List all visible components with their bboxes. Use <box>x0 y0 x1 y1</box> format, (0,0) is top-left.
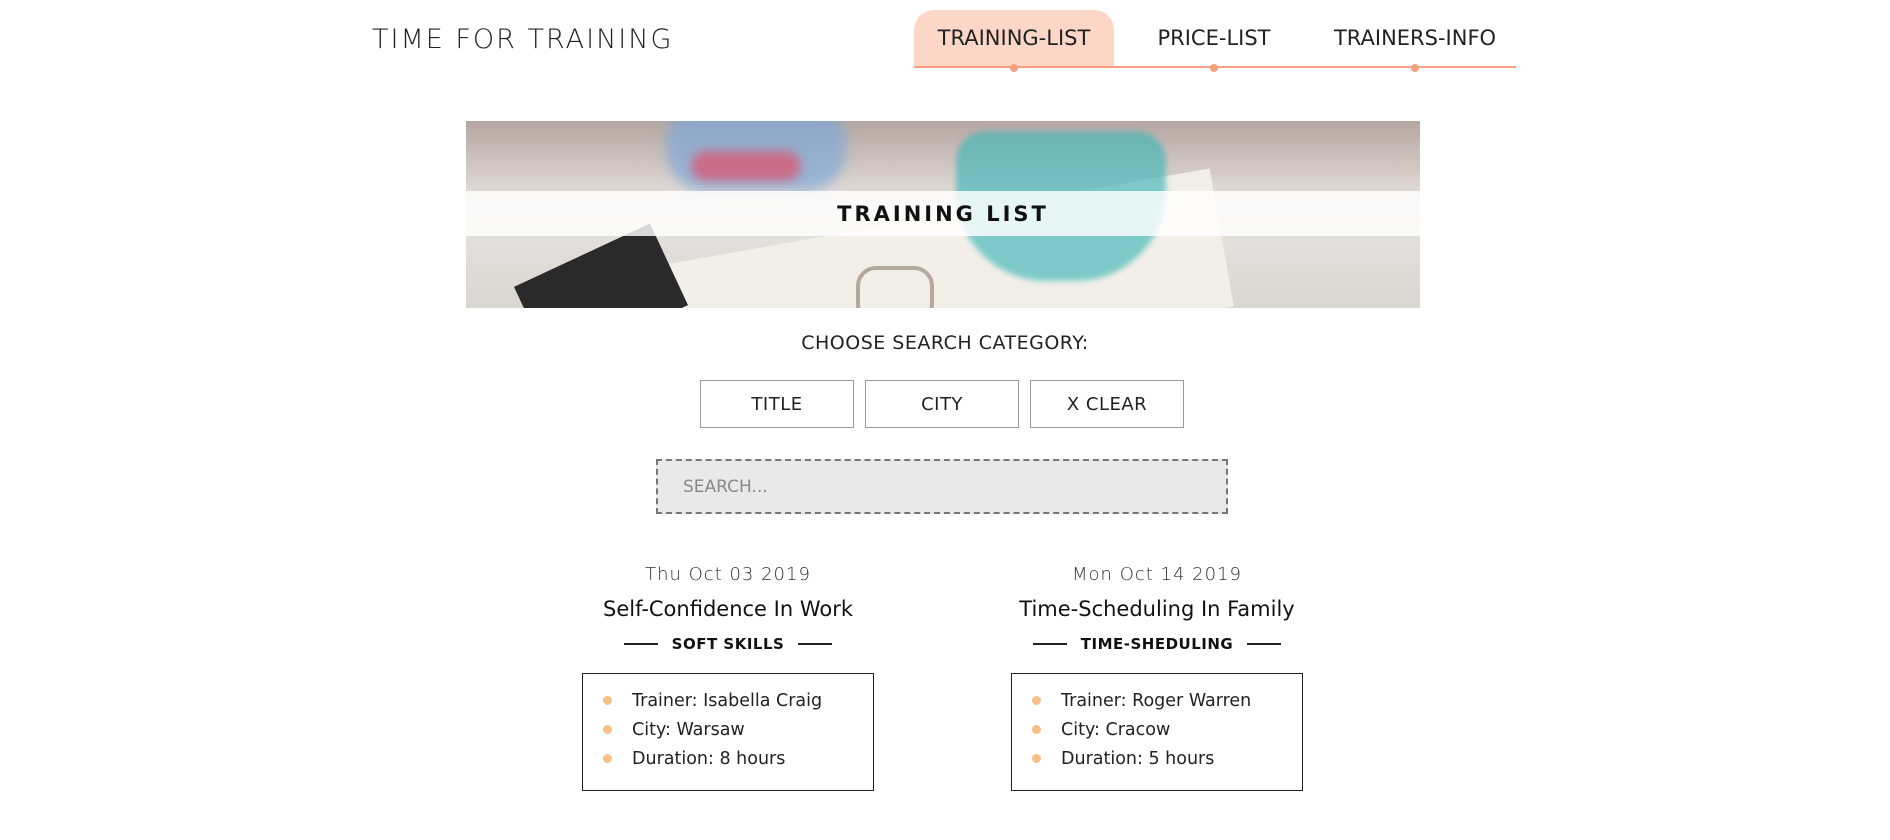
main-nav: TRAINING-LIST PRICE-LIST TRAINERS-INFO <box>914 10 1516 72</box>
divider-line <box>1032 643 1067 645</box>
training-card: Thu Oct 03 2019 Self-Confidence In Work … <box>568 564 888 791</box>
nav-training-list-label: TRAINING-LIST <box>937 26 1091 50</box>
duration-text: Duration: 5 hours <box>1061 748 1215 769</box>
nav-dot <box>1010 64 1018 72</box>
clear-filter-button[interactable]: X CLEAR <box>1030 380 1184 428</box>
trainer-row: Trainer: Isabella Craig <box>603 686 873 715</box>
training-details-box: Trainer: Roger Warren City: Cracow Durat… <box>1011 673 1303 791</box>
site-logo[interactable]: TIME FOR TRAINING <box>372 24 673 55</box>
divider-line <box>798 643 833 645</box>
city-filter-button[interactable]: CITY <box>865 380 1019 428</box>
training-date: Mon Oct 14 2019 <box>1072 564 1242 585</box>
training-category: TIME-SHEDULING <box>997 635 1317 653</box>
divider-line <box>1247 643 1282 645</box>
training-title[interactable]: Time-Scheduling In Family <box>997 597 1317 621</box>
city-text: City: Cracow <box>1061 719 1171 740</box>
nav-training-list[interactable]: TRAINING-LIST <box>914 10 1114 72</box>
bullet-icon <box>603 754 612 763</box>
search-input[interactable] <box>656 459 1228 514</box>
nav-trainers-info[interactable]: TRAINERS-INFO <box>1314 10 1516 72</box>
city-row: City: Warsaw <box>603 715 873 744</box>
bullet-icon <box>603 696 612 705</box>
bullet-icon <box>1032 725 1041 734</box>
training-category-label: SOFT SKILLS <box>671 635 785 653</box>
trainer-text: Trainer: Isabella Craig <box>632 690 823 711</box>
title-filter-button[interactable]: TITLE <box>700 380 854 428</box>
city-text: City: Warsaw <box>632 719 745 740</box>
trainer-row: Trainer: Roger Warren <box>1032 686 1302 715</box>
hero-banner: TRAINING LIST <box>466 121 1420 308</box>
banner-photo-notebook <box>514 223 688 308</box>
bullet-icon <box>1032 696 1041 705</box>
duration-row: Duration: 5 hours <box>1032 744 1302 773</box>
banner-photo-pens <box>691 151 801 181</box>
nav-trainers-info-label: TRAINERS-INFO <box>1333 26 1497 50</box>
banner-title: TRAINING LIST <box>466 191 1420 236</box>
banner-photo-rings <box>856 266 934 308</box>
city-row: City: Cracow <box>1032 715 1302 744</box>
trainer-text: Trainer: Roger Warren <box>1061 690 1252 711</box>
training-card: Mon Oct 14 2019 Time-Scheduling In Famil… <box>997 564 1317 791</box>
duration-text: Duration: 8 hours <box>632 748 786 769</box>
duration-row: Duration: 8 hours <box>603 744 873 773</box>
training-details-box: Trainer: Isabella Craig City: Warsaw Dur… <box>582 673 874 791</box>
bullet-icon <box>603 725 612 734</box>
nav-price-list[interactable]: PRICE-LIST <box>1114 10 1314 72</box>
nav-dot <box>1210 64 1218 72</box>
search-category-label: CHOOSE SEARCH CATEGORY: <box>801 332 1089 354</box>
training-date: Thu Oct 03 2019 <box>645 564 811 585</box>
training-title[interactable]: Self-Confidence In Work <box>568 597 888 621</box>
training-category-label: TIME-SHEDULING <box>1080 635 1234 653</box>
training-category: SOFT SKILLS <box>568 635 888 653</box>
divider-line <box>623 643 658 645</box>
bullet-icon <box>1032 754 1041 763</box>
nav-dot <box>1411 64 1419 72</box>
nav-price-list-label: PRICE-LIST <box>1157 26 1271 50</box>
